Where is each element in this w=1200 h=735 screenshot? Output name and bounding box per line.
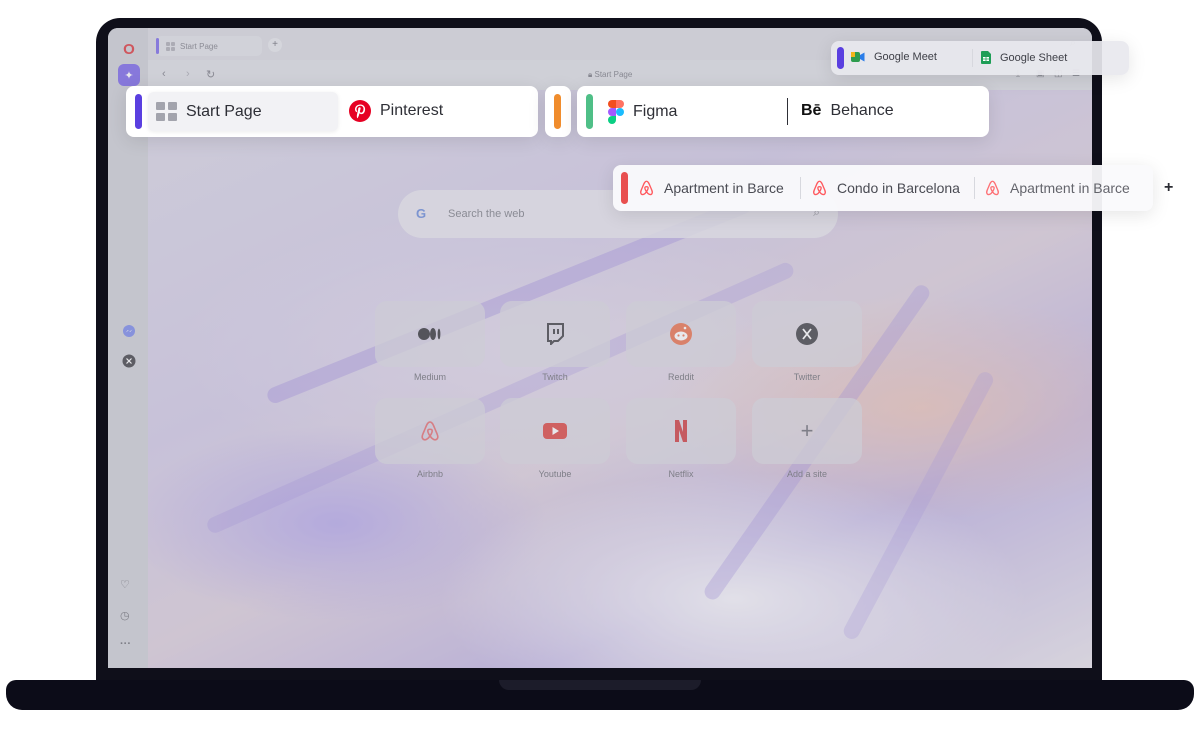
tab-pinterest[interactable]: Pinterest: [349, 100, 443, 122]
figma-icon: [608, 100, 624, 124]
workspace-indicator-purple: [135, 94, 142, 129]
tab-divider: [972, 49, 973, 67]
new-tab-plus-button[interactable]: +: [1164, 179, 1173, 197]
workspace-indicator-red: [621, 172, 628, 204]
tab-label: Apartment in Barce: [1010, 180, 1130, 196]
airbnb-icon: [639, 180, 654, 196]
grid-icon: [156, 102, 177, 121]
tab-airbnb-1[interactable]: Apartment in Barce: [638, 179, 784, 197]
tab-airbnb-3[interactable]: Apartment in Barce: [984, 179, 1130, 197]
tab-label: Apartment in Barce: [664, 180, 784, 196]
airbnb-icon: [985, 180, 1000, 196]
tab-airbnb-2[interactable]: Condo in Barcelona: [811, 179, 960, 197]
tab-label: Start Page: [186, 102, 262, 120]
tab-divider: [787, 98, 788, 125]
laptop-notch: [499, 680, 701, 690]
tab-label: Behance: [830, 102, 894, 119]
stage: O ✦ ♡ ◷ ··· Start Page + ⌕ ‹ › ↻: [0, 0, 1200, 735]
tab-divider: [800, 177, 801, 199]
workspace-card-google: Google Meet Google Sheet: [831, 41, 1129, 75]
workspace-card-orange[interactable]: [545, 86, 571, 137]
tab-divider: [974, 177, 975, 199]
pinterest-icon: [349, 100, 371, 122]
tab-google-sheet[interactable]: Google Sheet: [981, 51, 1067, 64]
tab-label: Google Sheet: [1000, 51, 1068, 64]
workspace-card-main: Start Page Pinterest: [126, 86, 538, 137]
tab-google-meet[interactable]: Google Meet: [851, 51, 937, 63]
tab-label: Condo in Barcelona: [837, 180, 960, 196]
tab-label: Figma: [633, 103, 678, 120]
tab-behance[interactable]: Bē Behance: [801, 102, 894, 120]
workspace-card-travel: Apartment in Barce Condo in Barcelona Ap…: [613, 165, 1153, 211]
workspace-indicator-purple: [837, 47, 844, 69]
google-sheets-icon: [981, 51, 991, 64]
behance-icon: Bē: [801, 102, 822, 119]
tab-start-page[interactable]: Start Page: [156, 102, 262, 121]
tab-label: Pinterest: [380, 102, 444, 119]
workspace-card-design: Figma Bē Behance: [577, 86, 989, 137]
google-meet-icon: [851, 52, 865, 62]
workspace-indicator-orange: [554, 94, 561, 129]
workspace-indicator-green: [586, 94, 593, 129]
airbnb-icon: [812, 180, 827, 196]
tab-figma[interactable]: Figma: [608, 100, 677, 124]
tab-label: Google Meet: [874, 51, 937, 63]
